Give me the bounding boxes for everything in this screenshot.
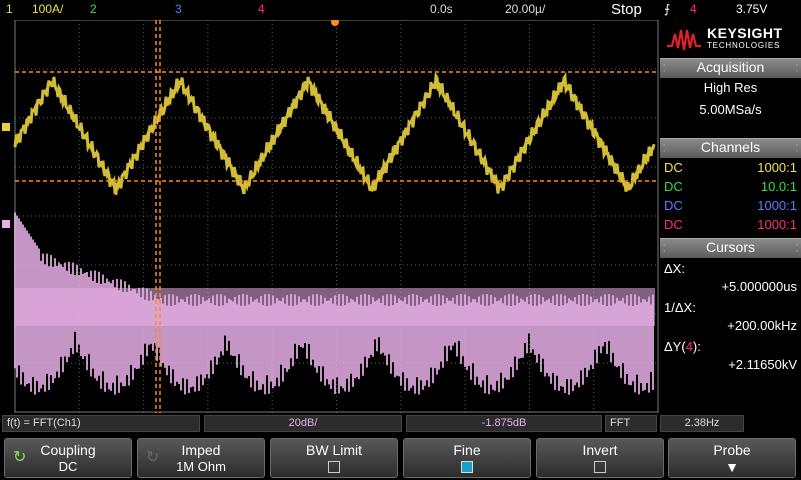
horizontal-delay: 0.0s [430,2,453,16]
rotate-knob-icon: ↻ [13,449,27,466]
delta-x-label: ΔX: [664,261,685,276]
fft-label: FFT [605,415,657,432]
trigger-level: 3.75V [736,2,768,16]
delta-y-suffix: ): [692,339,701,354]
cursors-body: ΔX: +5.000000us 1/ΔX: +200.00kHz ΔY(4): … [660,258,801,413]
fine-label: Fine [453,442,481,458]
rotate-knob-icon: ↻ [146,449,160,466]
channels-title: Channels [700,139,761,155]
softkey-bar: ↻ Coupling DC ↻ Imped 1M Ohm BW Limit Fi… [0,436,801,480]
invert-checkbox[interactable] [594,461,606,473]
grip-icon: ∙ ∙ [795,140,798,155]
bw-limit-label: BW Limit [306,442,362,458]
delta-x-value: +5.000000us [721,279,797,294]
channel-row-1[interactable]: DC 1000:1 [660,158,801,177]
grip-icon: ∙ ∙ [663,140,666,155]
run-stop-status: Stop [611,1,642,18]
trigger-edge-icon: ⨍ [664,2,671,16]
grip-icon: ∙ ∙ [795,60,798,75]
keysight-wave-icon [667,29,701,51]
coupling-softkey[interactable]: ↻ Coupling DC [4,438,132,478]
channel-probe-ratio: 1000:1 [757,198,797,213]
brand-logo: KEYSIGHT TECHNOLOGIES [660,20,801,58]
channel-probe-ratio: 10.0:1 [760,179,797,194]
delta-y-prefix: ΔY( [664,339,686,354]
grip-icon: ∙ ∙ [663,240,666,255]
channel-row-3[interactable]: DC 1000:1 [660,196,801,215]
waveform-display[interactable] [0,20,659,413]
bw-limit-checkbox[interactable] [328,461,340,473]
impedance-softkey[interactable]: ↻ Imped 1M Ohm [137,438,265,478]
acquisition-body: High Res 5.00MSa/s [660,78,801,138]
channel-row-2[interactable]: DC 10.0:1 [660,177,801,196]
ch3-indicator[interactable]: 3 [175,2,182,16]
probe-label: Probe [713,442,751,458]
fine-checkbox[interactable] [461,461,473,473]
trigger-channel: 4 [690,2,697,16]
channel-probe-ratio: 1000:1 [757,217,797,232]
invert-label: Invert [582,442,618,458]
channel-coupling: DC [664,198,683,213]
channel-row-4[interactable]: DC 1000:1 [660,215,801,234]
math-offset[interactable]: -1.875dB [406,415,602,432]
brand-name: KEYSIGHT [707,25,783,41]
graticule [2,20,659,413]
bw-limit-softkey[interactable]: BW Limit [270,438,398,478]
channel-probe-ratio: 1000:1 [757,160,797,175]
delta-y-label: ΔY(4): [664,339,701,354]
ch2-indicator[interactable]: 2 [90,2,97,16]
ch1-indicator[interactable]: 1 [6,2,13,16]
math-readout-row: f(t) = FFT(Ch1) 20dB/ -1.875dB FFT 2.38H… [0,413,801,434]
channel-coupling: DC [664,179,683,194]
sample-rate: 5.00MSa/s [699,102,762,117]
acquisition-title: Acquisition [696,59,765,75]
acquisition-header[interactable]: ∙ ∙ Acquisition ∙ ∙ [660,58,801,78]
math-function[interactable]: f(t) = FFT(Ch1) [2,415,200,432]
down-arrow-icon: ▼ [725,459,739,475]
probe-softkey[interactable]: Probe ▼ [668,438,796,478]
delta-y-channel: 4 [685,339,693,354]
channel-coupling: DC [664,217,683,232]
status-bar: 1 100A/ 2 3 4 0.0s 20.00µ/ Stop [0,0,660,20]
channels-body: DC 1000:1 DC 10.0:1 DC 1000:1 DC 1000:1 [660,158,801,238]
channel-coupling: DC [664,160,683,175]
channels-header[interactable]: ∙ ∙ Channels ∙ ∙ [660,138,801,158]
cursors-title: Cursors [705,239,755,255]
ch1-scale: 100A/ [32,2,64,16]
side-panel: KEYSIGHT TECHNOLOGIES ∙ ∙ Acquisition ∙ ∙ … [660,20,801,413]
grip-icon: ∙ ∙ [795,240,798,255]
math-scale[interactable]: 20dB/ [204,415,402,432]
fft-resolution: 2.38Hz [660,415,744,432]
invert-softkey[interactable]: Invert [536,438,664,478]
inverse-delta-x-value: +200.00kHz [727,318,797,333]
fine-softkey[interactable]: Fine [403,438,531,478]
inverse-delta-x-label: 1/ΔX: [664,300,696,315]
brand-subtitle: TECHNOLOGIES [707,41,781,50]
grip-icon: ∙ ∙ [663,60,666,75]
acquisition-mode: High Res [703,80,758,95]
trigger-readout: ⨍ 4 3.75V [660,0,801,20]
ch4-indicator[interactable]: 4 [258,2,265,16]
delta-y-value: +2.11650kV [728,357,797,372]
timebase-scale: 20.00µ/ [505,2,546,16]
cursors-header[interactable]: ∙ ∙ Cursors ∙ ∙ [660,238,801,258]
